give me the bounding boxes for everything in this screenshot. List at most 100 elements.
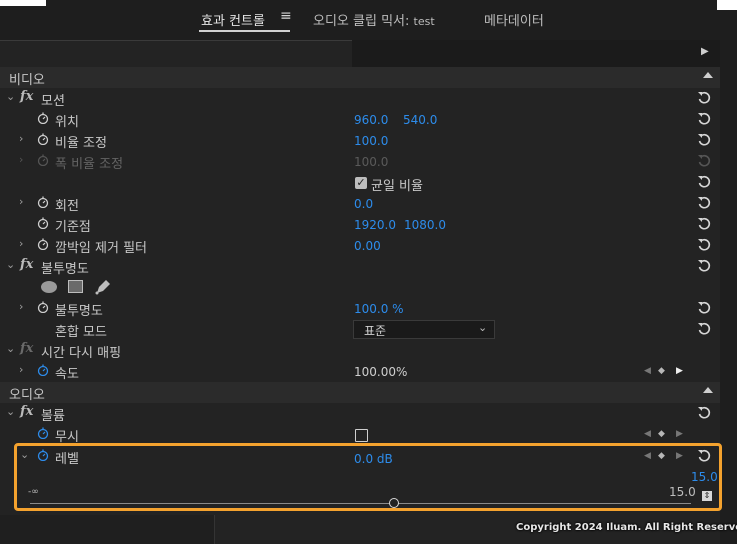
effect-volume[interactable]: ⌄ fx 볼륨 (0, 403, 720, 424)
uniform-scale-checkbox[interactable]: ✓ (355, 177, 367, 189)
section-video[interactable]: 비디오 (0, 67, 720, 88)
chevron-right-icon[interactable]: › (19, 195, 23, 208)
ellipse-mask-icon[interactable] (40, 280, 58, 294)
stopwatch-icon (37, 154, 49, 166)
opacity-value[interactable]: 100.0 % (354, 302, 404, 316)
blend-mode-dropdown[interactable]: 표준 ⌄ (353, 320, 495, 339)
stopwatch-icon[interactable] (37, 364, 49, 376)
menu-icon[interactable]: ≡ (280, 8, 292, 24)
reset-icon[interactable] (697, 196, 711, 210)
reset-icon[interactable] (697, 238, 711, 252)
active-tab-indicator (199, 30, 290, 32)
flicker-filter-value[interactable]: 0.00 (354, 239, 381, 253)
anchor-y-value[interactable]: 1080.0 (404, 218, 446, 232)
stopwatch-icon[interactable] (37, 196, 49, 208)
section-audio[interactable]: 오디오 (0, 382, 720, 403)
property-uniform-scale[interactable]: ✓ 균일 비율 (0, 172, 720, 194)
position-y-value[interactable]: 540.0 (403, 113, 437, 127)
property-opacity[interactable]: › 불투명도 100.0 % (0, 298, 720, 319)
pen-mask-icon[interactable] (94, 279, 112, 295)
property-flicker-filter[interactable]: › 깜박임 제거 필터 0.00 (0, 235, 720, 256)
chevron-down-icon[interactable]: ⌄ (6, 405, 15, 418)
blend-mode-selected: 표준 (364, 324, 387, 338)
mask-tools-row (0, 277, 720, 298)
property-label: 속도 (55, 367, 79, 382)
reset-icon[interactable] (697, 217, 711, 231)
property-column-header (0, 40, 352, 69)
stopwatch-icon[interactable] (37, 301, 49, 313)
rectangle-mask-icon[interactable] (68, 280, 84, 294)
next-keyframe-icon[interactable]: ▶ (676, 429, 683, 439)
stopwatch-icon[interactable] (37, 112, 49, 124)
fx-icon[interactable]: fx (20, 257, 33, 272)
window-corner (0, 0, 46, 6)
property-label: 혼합 모드 (55, 325, 107, 340)
reset-icon[interactable] (697, 133, 711, 147)
timeline-header (352, 40, 720, 68)
fx-icon[interactable]: fx (20, 404, 33, 419)
reset-icon[interactable] (697, 259, 711, 273)
effect-motion[interactable]: ⌄ fx 모션 (0, 88, 720, 109)
reset-icon[interactable] (697, 112, 711, 126)
prev-keyframe-icon[interactable]: ◀ (644, 429, 651, 439)
tab-effect-controls[interactable]: 효과 컨트롤 (201, 10, 265, 29)
chevron-right-icon[interactable]: › (19, 237, 23, 250)
fx-icon[interactable]: fx (20, 89, 33, 104)
clip-name: test (413, 15, 435, 28)
reset-icon (698, 154, 711, 167)
tab-metadata[interactable]: 메타데이터 (484, 10, 544, 29)
chevron-right-icon[interactable]: › (19, 300, 23, 313)
reset-icon[interactable] (697, 322, 711, 336)
stopwatch-icon[interactable] (37, 217, 49, 229)
chevron-right-icon[interactable]: › (19, 132, 23, 145)
effect-opacity[interactable]: ⌄ fx 불투명도 (0, 256, 720, 277)
property-label: 위치 (55, 115, 79, 130)
property-speed[interactable]: › 속도 100.00% ◀ ◆ ▶ (0, 361, 720, 382)
property-scale[interactable]: › 비율 조정 100.0 (0, 130, 720, 151)
next-keyframe-icon[interactable]: ▶ (676, 366, 683, 376)
reset-icon[interactable] (697, 175, 711, 189)
collapse-up-icon[interactable] (703, 387, 713, 393)
effect-label: 불투명도 (41, 262, 89, 277)
property-label: 회전 (55, 199, 79, 214)
collapse-up-icon[interactable] (703, 72, 713, 78)
rotation-value[interactable]: 0.0 (354, 197, 373, 211)
prev-keyframe-icon[interactable]: ◀ (644, 366, 651, 376)
chevron-down-icon[interactable]: ⌄ (6, 258, 15, 271)
empty-area (0, 515, 215, 544)
effect-label: 볼륨 (41, 409, 65, 424)
property-label: 깜박임 제거 필터 (55, 241, 147, 256)
chevron-down-icon[interactable]: ⌄ (6, 342, 15, 355)
keyframe-diamond-icon[interactable]: ◆ (658, 429, 665, 439)
chevron-right-icon: › (19, 153, 24, 166)
reset-icon[interactable] (697, 406, 711, 420)
position-x-value[interactable]: 960.0 (354, 113, 388, 127)
speed-value[interactable]: 100.00% (354, 365, 407, 379)
reset-icon[interactable] (697, 301, 711, 315)
property-position[interactable]: 위치 960.0 540.0 (0, 109, 720, 130)
property-rotation[interactable]: › 회전 0.0 (0, 193, 720, 214)
tab-audio-clip-mixer[interactable]: 오디오 클립 믹서: test (313, 10, 435, 29)
panel-header: 효과 컨트롤 ≡ 오디오 클립 믹서: test 메타데이터 (0, 0, 737, 40)
bypass-checkbox[interactable] (355, 429, 368, 442)
property-label: 불투명도 (55, 304, 103, 319)
keyframe-diamond-icon[interactable]: ◆ (658, 366, 665, 376)
anchor-x-value[interactable]: 1920.0 (354, 218, 396, 232)
section-label: 오디오 (9, 388, 45, 403)
property-label: 폭 비율 조정 (55, 157, 124, 172)
scrollbar[interactable] (720, 40, 737, 544)
stopwatch-icon[interactable] (37, 133, 49, 145)
chevron-down-icon[interactable]: ⌄ (6, 90, 15, 103)
show-timeline-arrow-icon[interactable]: ▶ (701, 46, 711, 60)
section-label: 비디오 (9, 73, 45, 88)
chevron-right-icon[interactable]: › (19, 363, 23, 376)
property-anchor-point[interactable]: 기준점 1920.0 1080.0 (0, 214, 720, 235)
reset-icon[interactable] (697, 91, 711, 105)
effect-time-remap[interactable]: ⌄ fx 시간 다시 매핑 (0, 340, 720, 361)
copyright-watermark: Copyright 2024 Iluam. All Right Reserved… (516, 522, 737, 533)
stopwatch-icon[interactable] (37, 427, 49, 439)
stopwatch-icon[interactable] (37, 238, 49, 250)
fx-icon: fx (20, 341, 34, 356)
scale-value[interactable]: 100.0 (354, 134, 388, 148)
level-highlight-box (14, 443, 722, 511)
